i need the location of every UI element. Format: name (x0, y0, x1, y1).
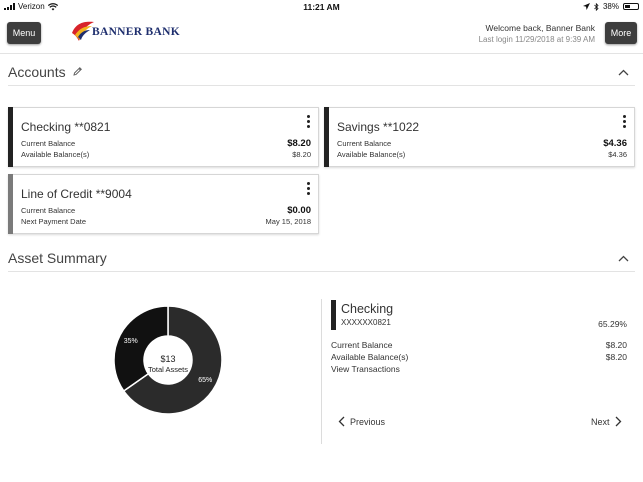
location-arrow-icon (582, 3, 590, 10)
card-options-icon[interactable] (305, 115, 311, 128)
current-balance-label: Current Balance (21, 139, 76, 148)
current-balance-value: $4.36 (603, 138, 627, 149)
last-login-text: Last login 11/29/2018 at 9:39 AM (478, 35, 595, 44)
detail-account-name: Checking (341, 302, 394, 316)
donut-slice-1[interactable] (113, 305, 169, 392)
detail-account-number: XXXXXX0821 (341, 318, 391, 327)
previous-label: Previous (350, 416, 386, 427)
logo-text: BANNER BANK (92, 26, 180, 38)
more-button[interactable]: More (605, 22, 637, 44)
account-name: Line of Credit **9004 (21, 187, 132, 201)
current-balance-label: Current Balance (21, 206, 76, 215)
card-row-current: Current Balance $4.36 (337, 138, 627, 149)
donut-slice-label-1: 35% (124, 338, 138, 345)
accounts-header: Accounts (8, 62, 635, 86)
collapse-accounts-chevron-icon[interactable] (618, 69, 629, 76)
detail-row-transactions: View Transactions (331, 364, 627, 374)
detail-percent: 65.29% (598, 319, 627, 329)
donut-svg: 65% 35% $13 Total Assets (113, 305, 223, 415)
card-accent (8, 107, 13, 167)
next-label: Next (591, 416, 610, 427)
collapse-asset-summary-chevron-icon[interactable] (618, 255, 629, 262)
total-assets-value: $13 (160, 354, 175, 364)
edit-pencil-icon[interactable] (72, 66, 83, 77)
current-balance-value: $8.20 (287, 138, 311, 149)
available-balance-value: $8.20 (292, 150, 311, 159)
detail-accent (331, 300, 336, 330)
available-balance-label: Available Balance(s) (21, 150, 90, 159)
welcome-text: Welcome back, Banner Bank (485, 23, 595, 33)
card-row-current: Current Balance $8.20 (21, 138, 311, 149)
account-card-checking[interactable]: Checking **0821 Current Balance $8.20 Av… (8, 107, 319, 167)
summary-divider (321, 299, 322, 444)
card-options-icon[interactable] (621, 115, 627, 128)
previous-button[interactable]: Previous (338, 416, 385, 427)
status-bar: Verizon 11:21 AM 38% (0, 0, 643, 14)
menu-button[interactable]: Menu (7, 22, 41, 44)
status-right: 38% (582, 2, 639, 11)
next-payment-value: May 15, 2018 (265, 217, 311, 226)
account-card-line-of-credit[interactable]: Line of Credit **9004 Current Balance $0… (8, 174, 319, 234)
app-header: Menu BANNER BANK Welcome back, Banner Ba… (0, 14, 643, 54)
next-button[interactable]: Next (591, 416, 622, 427)
accounts-title: Accounts (8, 64, 66, 80)
card-row-next-payment: Next Payment Date May 15, 2018 (21, 217, 311, 226)
card-row-available: Available Balance(s) $4.36 (337, 150, 627, 159)
card-accent (8, 174, 13, 234)
detail-available-value: $8.20 (605, 352, 627, 362)
total-assets-label: Total Assets (148, 365, 188, 374)
detail-available-label: Available Balance(s) (331, 352, 409, 362)
detail-current-value: $8.20 (605, 340, 627, 350)
donut-slice-label-0: 65% (198, 377, 212, 384)
chevron-left-icon (338, 416, 345, 427)
detail-current-label: Current Balance (331, 340, 393, 350)
bank-logo: BANNER BANK (70, 19, 180, 45)
detail-row-available: Available Balance(s) $8.20 (331, 352, 627, 362)
card-options-icon[interactable] (305, 182, 311, 195)
battery-icon (623, 3, 639, 10)
account-name: Savings **1022 (337, 120, 420, 134)
detail-row-current: Current Balance $8.20 (331, 340, 627, 350)
available-balance-value: $4.36 (608, 150, 627, 159)
welcome-block: Welcome back, Banner Bank Last login 11/… (479, 23, 595, 44)
chevron-right-icon (615, 416, 621, 427)
bluetooth-icon (594, 2, 599, 11)
card-accent (324, 107, 329, 167)
battery-percent: 38% (602, 2, 619, 11)
available-balance-label: Available Balance(s) (337, 150, 406, 159)
account-name: Checking **0821 (21, 120, 111, 134)
asset-summary-header: Asset Summary (8, 248, 635, 272)
card-row-available: Available Balance(s) $8.20 (21, 150, 311, 159)
account-card-savings[interactable]: Savings **1022 Current Balance $4.36 Ava… (324, 107, 635, 167)
status-time: 11:21 AM (303, 2, 340, 12)
current-balance-value: $0.00 (287, 205, 311, 216)
view-transactions-link[interactable]: View Transactions (331, 364, 400, 374)
asset-summary-title: Asset Summary (8, 250, 107, 266)
current-balance-label: Current Balance (337, 139, 392, 148)
card-row-current: Current Balance $0.00 (21, 205, 311, 216)
next-payment-label: Next Payment Date (21, 217, 87, 226)
asset-donut-chart: 65% 35% $13 Total Assets (112, 304, 224, 416)
